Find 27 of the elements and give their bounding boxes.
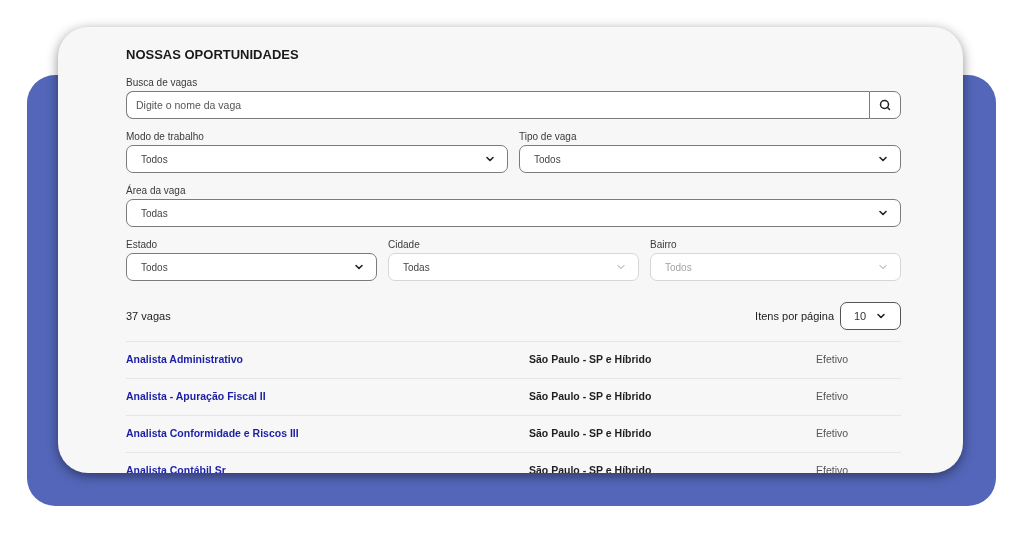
per-page-label: Itens por página bbox=[755, 308, 834, 324]
job-title-link[interactable]: Analista Administrativo bbox=[126, 352, 243, 368]
field-label: Área da vaga bbox=[126, 185, 186, 197]
field-label: Bairro bbox=[650, 239, 677, 251]
dropdown[interactable]: Todos bbox=[519, 145, 901, 173]
field-label: Modo de trabalho bbox=[126, 131, 204, 143]
field-label: Busca de vagas bbox=[126, 77, 198, 89]
job-type: Efetivo bbox=[816, 352, 849, 368]
job-location: São Paulo - SP e Híbrido bbox=[529, 352, 652, 368]
per-page-dropdown[interactable]: 10 bbox=[840, 302, 901, 330]
section-title: NOSSAS OPORTUNIDADES bbox=[126, 47, 299, 63]
field-label: Tipo de vaga bbox=[519, 131, 577, 143]
dropdown[interactable]: Todas bbox=[126, 199, 901, 227]
search-icon bbox=[879, 99, 891, 111]
field-label: Estado bbox=[126, 239, 158, 251]
search-button[interactable] bbox=[869, 91, 901, 119]
job-type: Efetivo bbox=[816, 389, 849, 405]
job-location: São Paulo - SP e Híbrido bbox=[529, 426, 652, 442]
job-title-link[interactable]: Analista - Apuração Fiscal II bbox=[126, 389, 266, 405]
results-count: 37 vagas bbox=[126, 308, 171, 324]
job-title-link[interactable]: Analista Conformidade e Riscos III bbox=[126, 426, 299, 442]
dropdown[interactable]: Todos bbox=[126, 253, 377, 281]
dropdown[interactable]: Todos bbox=[126, 145, 508, 173]
job-type: Efetivo bbox=[816, 426, 849, 442]
search-field[interactable]: Digite o nome da vaga bbox=[126, 91, 869, 119]
job-location: São Paulo - SP e Híbrido bbox=[529, 389, 652, 405]
field-label: Cidade bbox=[388, 239, 420, 251]
